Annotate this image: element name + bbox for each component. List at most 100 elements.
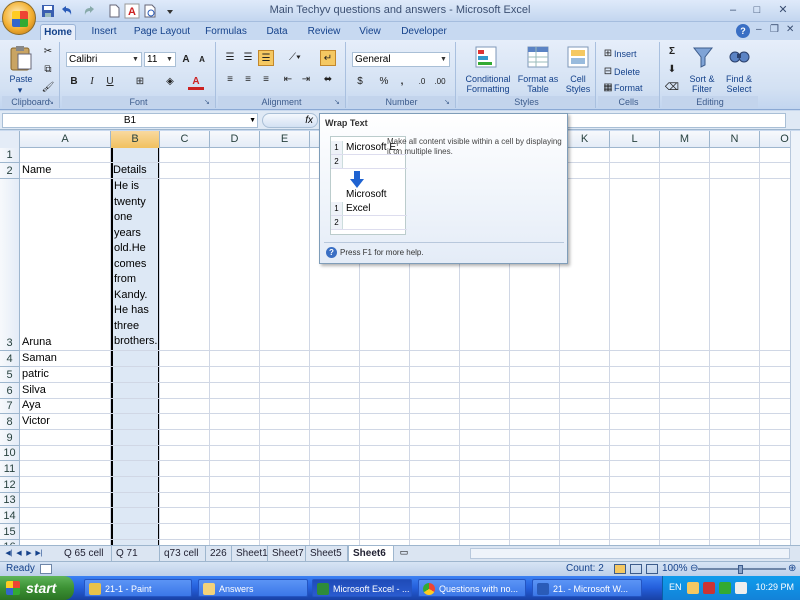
taskbar-item-answers[interactable]: Answers bbox=[198, 579, 308, 597]
column-header-a[interactable]: A bbox=[20, 131, 111, 148]
insert-sheet-icon[interactable]: ▭ bbox=[396, 547, 412, 560]
decrease-indent-icon[interactable]: ⇤ bbox=[280, 72, 296, 88]
fill-color-icon[interactable]: ◈ bbox=[162, 74, 178, 90]
shrink-font-button[interactable]: A bbox=[194, 52, 210, 68]
cell-a2[interactable]: Name bbox=[20, 164, 110, 179]
tab-data[interactable]: Data bbox=[260, 24, 294, 40]
row-header-2[interactable]: 2 bbox=[0, 163, 20, 179]
column-header-n[interactable]: N bbox=[710, 131, 760, 148]
row-header-4[interactable]: 4 bbox=[0, 351, 20, 367]
delete-cells-label[interactable]: Delete bbox=[614, 67, 654, 77]
tab-home[interactable]: Home bbox=[40, 24, 76, 40]
row-header-11[interactable]: 11 bbox=[0, 461, 20, 477]
tab-review[interactable]: Review bbox=[302, 24, 346, 40]
italic-button[interactable]: I bbox=[84, 74, 100, 90]
currency-button[interactable]: $ bbox=[352, 74, 368, 90]
paste-dropdown-icon[interactable]: ▾ bbox=[14, 85, 26, 95]
taskbar-item-paint[interactable]: 21-1 - Paint bbox=[84, 579, 192, 597]
start-button[interactable]: start bbox=[0, 576, 74, 600]
tray-network-icon[interactable] bbox=[719, 582, 731, 594]
minimize-button[interactable]: – bbox=[722, 2, 744, 19]
page-layout-view-icon[interactable] bbox=[630, 564, 642, 574]
align-middle-icon[interactable]: ☰ bbox=[240, 50, 256, 66]
row-header-5[interactable]: 5 bbox=[0, 367, 20, 383]
close-button[interactable]: ✕ bbox=[772, 2, 794, 19]
cell-a3[interactable]: Aruna bbox=[20, 336, 110, 351]
taskbar-item-browser[interactable]: Questions with no... bbox=[418, 579, 526, 597]
column-header-l[interactable]: L bbox=[610, 131, 660, 148]
name-box[interactable]: B1 ▼ bbox=[2, 113, 258, 128]
grow-font-button[interactable]: A bbox=[178, 52, 194, 68]
cell-a8[interactable]: Victor bbox=[20, 415, 110, 430]
conditional-formatting-icon[interactable] bbox=[472, 44, 500, 70]
sheet-tab-sheet5[interactable]: Sheet5 bbox=[306, 546, 348, 561]
macro-record-icon[interactable] bbox=[40, 564, 52, 574]
cell-styles-label[interactable]: Cell Styles bbox=[562, 74, 594, 94]
row-header-7[interactable]: 7 bbox=[0, 399, 20, 414]
increase-decimal-icon[interactable]: .0 bbox=[414, 74, 430, 90]
row-header-3[interactable]: 3 bbox=[0, 179, 20, 351]
row-header-9[interactable]: 9 bbox=[0, 430, 20, 446]
format-as-table-label[interactable]: Format as Table bbox=[516, 74, 560, 94]
paste-icon[interactable] bbox=[6, 44, 36, 72]
sort-filter-label[interactable]: Sort & Filter bbox=[684, 74, 720, 94]
taskbar-item-excel[interactable]: Microsoft Excel - ... bbox=[312, 579, 412, 597]
row-header-12[interactable]: 12 bbox=[0, 477, 20, 493]
zoom-slider-knob[interactable] bbox=[738, 565, 743, 574]
taskbar-item-word[interactable]: 21. - Microsoft W... bbox=[532, 579, 642, 597]
decrease-decimal-icon[interactable]: .00 bbox=[432, 74, 448, 90]
prev-sheet-icon[interactable]: ◀ bbox=[14, 548, 24, 559]
find-select-label[interactable]: Find & Select bbox=[720, 74, 758, 94]
column-header-c[interactable]: C bbox=[160, 131, 210, 148]
align-right-icon[interactable]: ≡ bbox=[258, 72, 274, 88]
number-launcher-icon[interactable]: ↘ bbox=[444, 98, 453, 107]
fill-icon[interactable]: ⬇ bbox=[664, 62, 680, 78]
cell-b2[interactable]: Details bbox=[111, 164, 160, 179]
row-header-13[interactable]: 13 bbox=[0, 493, 20, 508]
help-icon[interactable]: ? bbox=[736, 24, 750, 38]
align-bottom-icon[interactable]: ☰ bbox=[258, 50, 274, 66]
cut-icon[interactable]: ✂ bbox=[40, 44, 56, 60]
horizontal-scrollbar[interactable] bbox=[470, 548, 790, 559]
align-left-icon[interactable]: ≡ bbox=[222, 72, 238, 88]
conditional-formatting-label[interactable]: Conditional Formatting bbox=[460, 74, 516, 94]
row-header-15[interactable]: 15 bbox=[0, 524, 20, 540]
paste-label[interactable]: Paste bbox=[4, 74, 38, 84]
tab-insert[interactable]: Insert bbox=[84, 24, 124, 40]
align-center-icon[interactable]: ≡ bbox=[240, 72, 256, 88]
tab-view[interactable]: View bbox=[352, 24, 388, 40]
sort-filter-icon[interactable] bbox=[690, 44, 716, 70]
row-header-6[interactable]: 6 bbox=[0, 383, 20, 399]
maximize-button[interactable]: □ bbox=[746, 2, 768, 19]
cell-a4[interactable]: Saman bbox=[20, 352, 110, 367]
vertical-scrollbar[interactable] bbox=[790, 131, 800, 545]
normal-view-icon[interactable] bbox=[614, 564, 626, 574]
insert-cells-label[interactable]: Insert bbox=[614, 49, 654, 59]
page-break-view-icon[interactable] bbox=[646, 564, 658, 574]
orientation-icon[interactable]: ⟋▾ bbox=[284, 50, 306, 66]
sheet-tab-sheet7[interactable]: Sheet7 bbox=[268, 546, 306, 561]
row-header-10[interactable]: 10 bbox=[0, 446, 20, 461]
sheet-tab-sheet6[interactable]: Sheet6 bbox=[348, 546, 394, 561]
format-cells-label[interactable]: Format bbox=[614, 83, 654, 93]
insert-function-button[interactable]: fx bbox=[262, 113, 318, 128]
cell-b3[interactable]: He is twenty one years old.He comes from… bbox=[113, 179, 161, 350]
tab-page-layout[interactable]: Page Layout bbox=[130, 24, 194, 40]
column-header-o[interactable]: O bbox=[760, 131, 790, 148]
underline-button[interactable]: U bbox=[102, 74, 118, 90]
percent-button[interactable]: % bbox=[376, 74, 392, 90]
align-top-icon[interactable]: ☰ bbox=[222, 50, 238, 66]
font-color-button[interactable]: A bbox=[188, 74, 204, 90]
tab-developer[interactable]: Developer bbox=[396, 24, 452, 40]
cell-styles-icon[interactable] bbox=[564, 44, 592, 70]
sheet-tab-sheet1[interactable]: Sheet1 bbox=[232, 546, 268, 561]
row-header-1[interactable]: 1 bbox=[0, 148, 20, 163]
alignment-launcher-icon[interactable]: ↘ bbox=[334, 98, 343, 107]
format-as-table-icon[interactable] bbox=[524, 44, 552, 70]
tray-security-icon[interactable] bbox=[703, 582, 715, 594]
tray-app-icon[interactable] bbox=[687, 582, 699, 594]
font-size-select[interactable]: 11 ▼ bbox=[144, 52, 176, 67]
column-header-e[interactable]: E bbox=[260, 131, 310, 148]
cell-a7[interactable]: Aya bbox=[20, 399, 110, 414]
row-header-8[interactable]: 8 bbox=[0, 414, 20, 430]
